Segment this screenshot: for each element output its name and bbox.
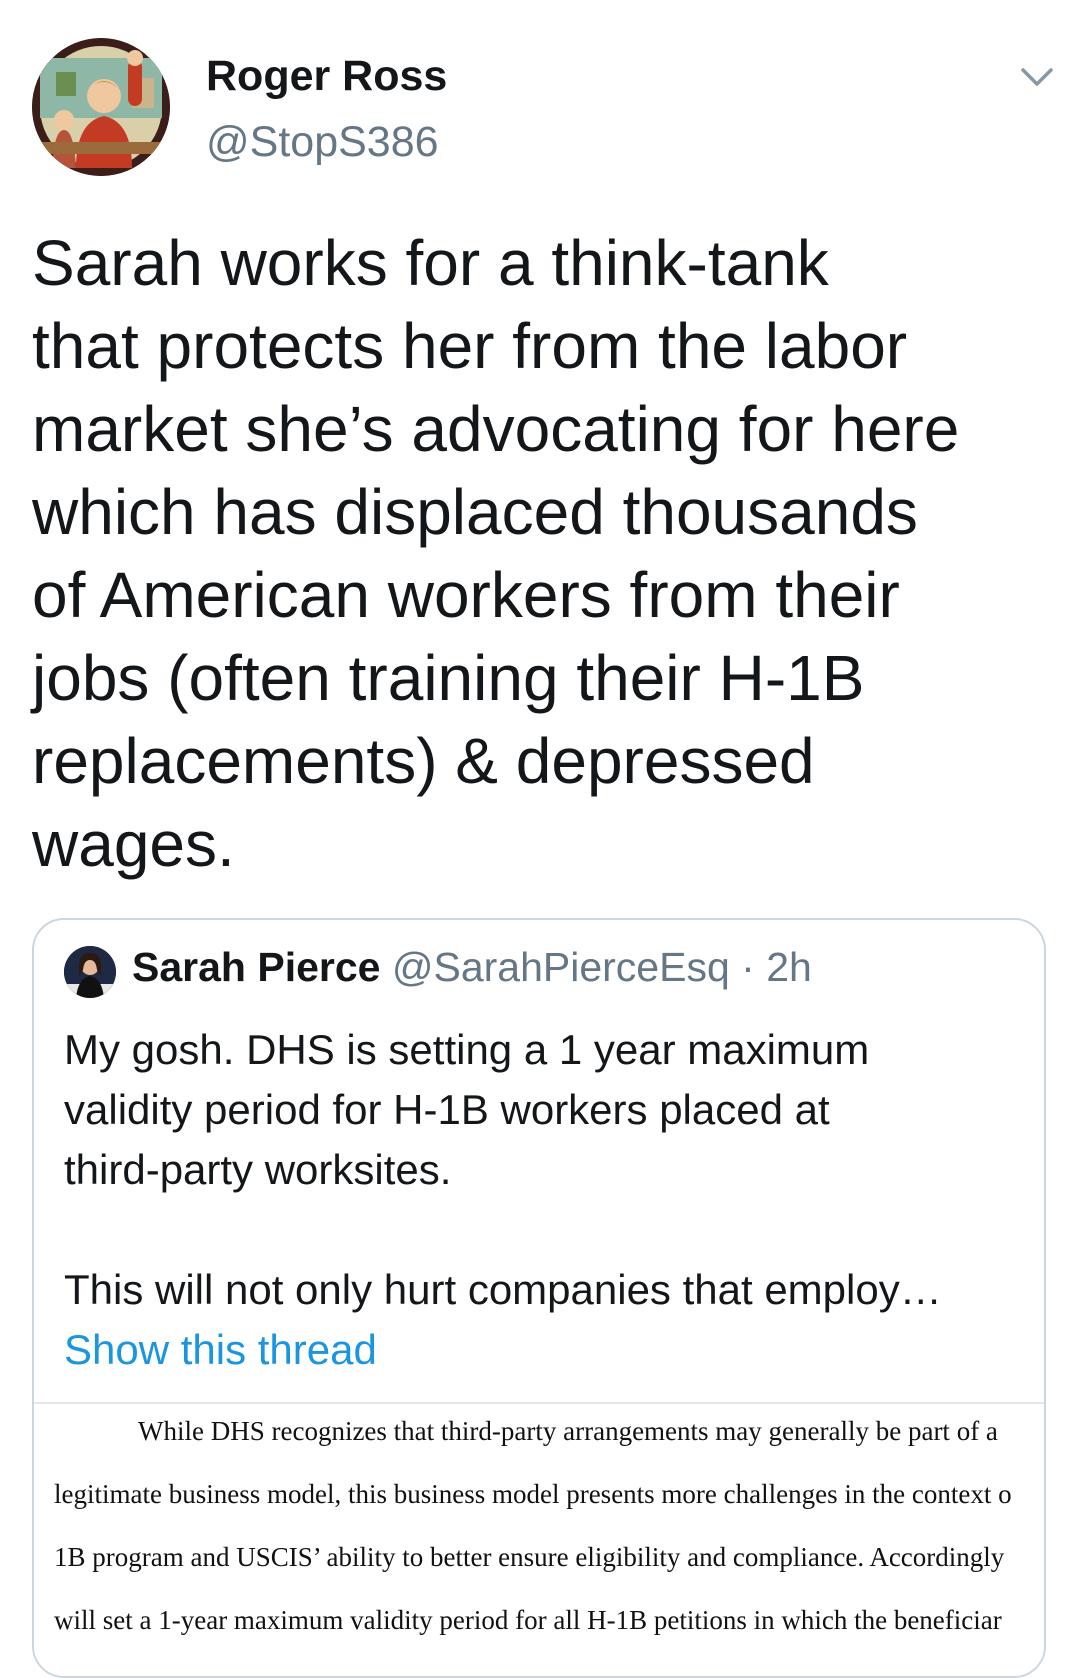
document-line: will set a 1-year maximum validity perio… <box>54 1605 1002 1635</box>
document-line: legitimate business model, this business… <box>54 1479 1012 1509</box>
tweet-text-line: which has displaced thousands <box>32 476 918 548</box>
tweet-text-line: of American workers from their <box>32 559 900 631</box>
tweet-text-line: replacements) & depressed <box>32 725 815 797</box>
quoted-author-name[interactable]: Sarah Pierce <box>132 944 380 990</box>
quoted-tweet-text: My gosh. DHS is setting a 1 year maximum… <box>64 1020 1024 1380</box>
quoted-tweet-time[interactable]: 2h <box>766 944 812 990</box>
author-avatar[interactable] <box>32 38 170 176</box>
document-line: 1B program and USCIS’ ability to better … <box>54 1542 1005 1572</box>
meta-separator: · <box>741 944 755 990</box>
show-thread-link[interactable]: Show this thread <box>64 1320 1024 1380</box>
quoted-text-line: My gosh. DHS is setting a 1 year maximum <box>64 1026 870 1073</box>
author-handle[interactable]: @StopS386 <box>206 118 439 167</box>
quoted-text-line: third-party worksites. <box>64 1146 452 1193</box>
document-line: While DHS recognizes that third-party ar… <box>138 1416 998 1446</box>
quoted-text-line: This will not only hurt companies that e… <box>64 1266 942 1313</box>
tweet-text-line: Sarah works for a think-tank <box>32 227 829 299</box>
tweet-text-line: market she’s advocating for here <box>32 393 960 465</box>
author-name[interactable]: Roger Ross <box>206 52 447 101</box>
quoted-author-avatar[interactable] <box>64 946 116 998</box>
tweet-text-line: that protects her from the labor <box>32 310 908 382</box>
tweet-text: Sarah works for a think-tank that protec… <box>32 222 1042 886</box>
quoted-text-line: validity period for H-1B workers placed … <box>64 1086 830 1133</box>
quoted-author-handle[interactable]: @SarahPierceEsq <box>392 944 730 990</box>
tweet-text-line: jobs (often training their H-1B <box>32 642 865 714</box>
quoted-tweet-header: Sarah Pierce @SarahPierceEsq · 2h <box>132 944 812 991</box>
chevron-down-icon[interactable] <box>1020 66 1054 88</box>
quoted-tweet-card[interactable]: Sarah Pierce @SarahPierceEsq · 2h My gos… <box>32 918 1046 1678</box>
tweet-text-line: wages. <box>32 808 235 880</box>
quoted-document-image[interactable]: While DHS recognizes that third-party ar… <box>34 1402 1044 1676</box>
